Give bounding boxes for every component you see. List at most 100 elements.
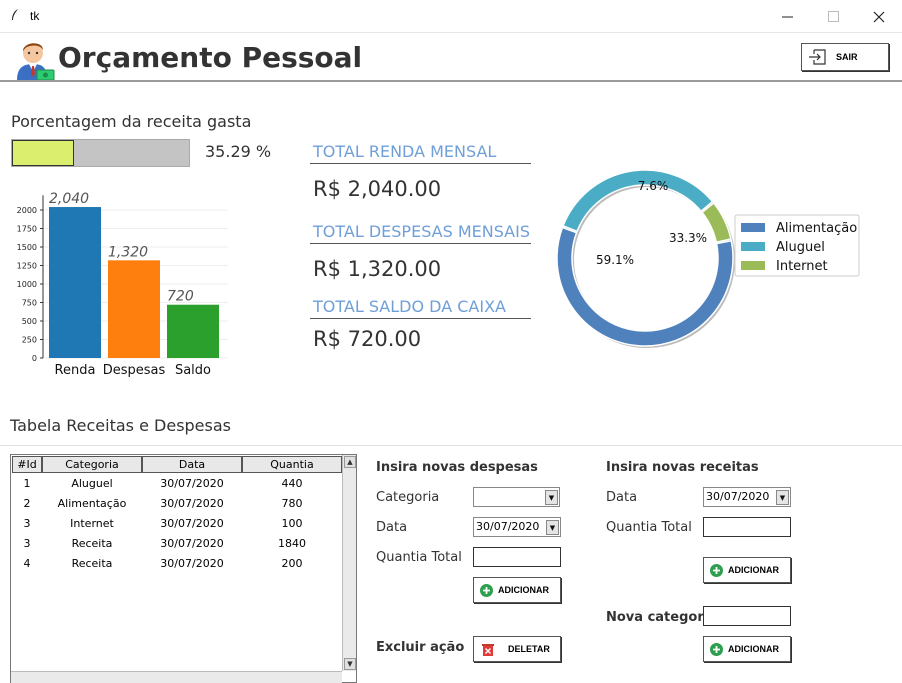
user-money-icon	[13, 36, 55, 81]
x-tick-label: Despesas	[103, 363, 166, 378]
page-title: Orçamento Pessoal	[58, 41, 363, 74]
total-renda-label: TOTAL RENDA MENSAL	[313, 142, 497, 161]
legend-label: Aluguel	[776, 240, 825, 255]
plus-circle-icon	[710, 563, 723, 577]
cell-data: 30/07/2020	[160, 516, 224, 530]
total-despesas-divider	[310, 243, 531, 244]
add-despesa-label: ADICIONAR	[498, 585, 549, 595]
receitas-quantia-label: Quantia Total	[606, 520, 692, 535]
cell-data: 30/07/2020	[160, 476, 224, 490]
total-despesas-label: TOTAL DESPESAS MENSAIS	[313, 222, 530, 241]
chevron-down-icon[interactable]: ▼	[776, 490, 789, 505]
despesas-date-picker[interactable]: 30/07/2020 ▼	[473, 517, 561, 537]
total-saldo-divider	[310, 318, 531, 319]
bar-value-label: 2,040	[49, 191, 89, 207]
table-row[interactable]: 4 Receita 30/07/2020 200	[12, 553, 342, 573]
table-body: 1 Aluguel 30/07/2020 440 2 Alimentação 3…	[12, 473, 342, 573]
cell-quantia: 780	[281, 496, 303, 510]
income-expense-bar-chart: 0 250 500 750 1000 1250 1500 1750 2000 2,040 Renda…	[17, 191, 228, 378]
y-tick-label: 2000	[17, 206, 37, 215]
cell-id: 3	[23, 516, 31, 530]
despesas-categoria-combobox[interactable]: ▼	[473, 487, 560, 507]
cell-quantia: 100	[281, 516, 303, 530]
cell-categoria: Alimentação	[57, 496, 127, 510]
add-despesa-button[interactable]: ADICIONAR	[473, 577, 561, 603]
bar-renda	[49, 207, 101, 358]
window-title: tk	[30, 9, 40, 23]
despesas-data-label: Data	[376, 520, 408, 535]
progress-label: Porcentagem da receita gasta	[11, 112, 252, 131]
add-receita-button[interactable]: ADICIONAR	[703, 557, 791, 583]
x-tick-label: Renda	[55, 363, 96, 378]
add-categoria-button[interactable]: ADICIONAR	[703, 636, 791, 662]
minimize-button[interactable]	[764, 0, 810, 33]
expense-progress-bar	[11, 139, 190, 167]
column-header-id[interactable]: #Id	[12, 456, 42, 473]
exit-button-label: SAIR	[836, 52, 858, 62]
progress-percent-text: 35.29 %	[205, 142, 272, 161]
cell-quantia: 1840	[278, 536, 306, 550]
cell-categoria: Aluguel	[71, 476, 113, 490]
progress-fill	[12, 140, 75, 166]
cell-id: 4	[23, 556, 31, 570]
cell-categoria: Receita	[71, 536, 113, 550]
y-tick-label: 0	[32, 354, 37, 363]
total-renda-divider	[310, 163, 531, 164]
nova-categoria-input[interactable]	[703, 606, 791, 626]
bar-saldo	[167, 304, 219, 358]
cell-id: 2	[23, 496, 31, 510]
legend-swatch	[741, 242, 765, 251]
plus-circle-icon	[480, 583, 493, 597]
plus-circle-icon	[710, 642, 723, 656]
receitas-data-label: Data	[606, 490, 638, 505]
table-row[interactable]: 3 Receita 30/07/2020 1840	[12, 533, 342, 553]
cell-data: 30/07/2020	[160, 496, 224, 510]
excluir-label: Excluir ação	[376, 640, 465, 655]
scroll-down-arrow-icon[interactable]: ▼	[344, 658, 356, 670]
table-vertical-scrollbar[interactable]: ▲ ▼	[342, 455, 356, 671]
y-tick-label: 1750	[17, 225, 37, 234]
y-tick-label: 1250	[17, 262, 37, 271]
table-row[interactable]: 2 Alimentação 30/07/2020 780	[12, 493, 342, 513]
table-row[interactable]: 1 Aluguel 30/07/2020 440	[12, 473, 342, 493]
slice-percent-label: 7.6%	[638, 179, 669, 193]
exit-button[interactable]: SAIR	[801, 43, 889, 71]
receitas-date-value: 30/07/2020	[706, 490, 770, 503]
total-saldo-value: R$ 720.00	[313, 327, 422, 351]
cell-quantia: 440	[281, 476, 303, 490]
app-header: Orçamento Pessoal SAIR	[0, 33, 902, 82]
table-section-label: Tabela Receitas e Despesas	[10, 416, 231, 435]
y-tick-label: 500	[22, 317, 37, 326]
chevron-down-icon[interactable]: ▼	[546, 520, 559, 535]
chevron-down-icon[interactable]: ▼	[545, 490, 558, 505]
close-button[interactable]	[856, 0, 902, 33]
cell-id: 1	[23, 476, 31, 490]
total-saldo-label: TOTAL SALDO DA CAIXA	[313, 297, 506, 316]
maximize-button[interactable]	[810, 0, 856, 33]
despesas-quantia-label: Quantia Total	[376, 550, 462, 565]
y-tick-label: 1500	[17, 243, 37, 252]
column-header-data[interactable]: Data	[142, 456, 242, 473]
table-row[interactable]: 3 Internet 30/07/2020 100	[12, 513, 342, 533]
table-horizontal-scrollbar[interactable]	[11, 671, 342, 683]
tk-feather-icon	[10, 8, 20, 26]
x-tick-label: Saldo	[175, 363, 211, 378]
column-header-categoria[interactable]: Categoria	[42, 456, 142, 473]
receitas-form-title: Insira novas receitas	[606, 460, 759, 475]
receitas-quantia-input[interactable]	[703, 517, 791, 537]
trash-icon	[482, 644, 494, 656]
delete-button[interactable]: DELETAR	[473, 636, 561, 662]
y-tick-label: 1000	[17, 280, 37, 289]
nova-categoria-label: Nova categoria	[606, 610, 717, 625]
add-receita-label: ADICIONAR	[728, 565, 779, 575]
transactions-table[interactable]: #Id Categoria Data Quantia 1 Aluguel 30/…	[10, 454, 357, 683]
cell-quantia: 200	[281, 556, 303, 570]
despesas-categoria-label: Categoria	[376, 490, 440, 505]
column-header-quantia[interactable]: Quantia	[242, 456, 342, 473]
scroll-up-arrow-icon[interactable]: ▲	[344, 456, 356, 468]
receitas-date-picker[interactable]: 30/07/2020 ▼	[703, 487, 791, 507]
exit-icon	[809, 49, 826, 65]
despesas-quantia-input[interactable]	[473, 547, 561, 567]
despesas-date-value: 30/07/2020	[476, 520, 540, 533]
bar-value-label: 1,320	[108, 244, 148, 260]
